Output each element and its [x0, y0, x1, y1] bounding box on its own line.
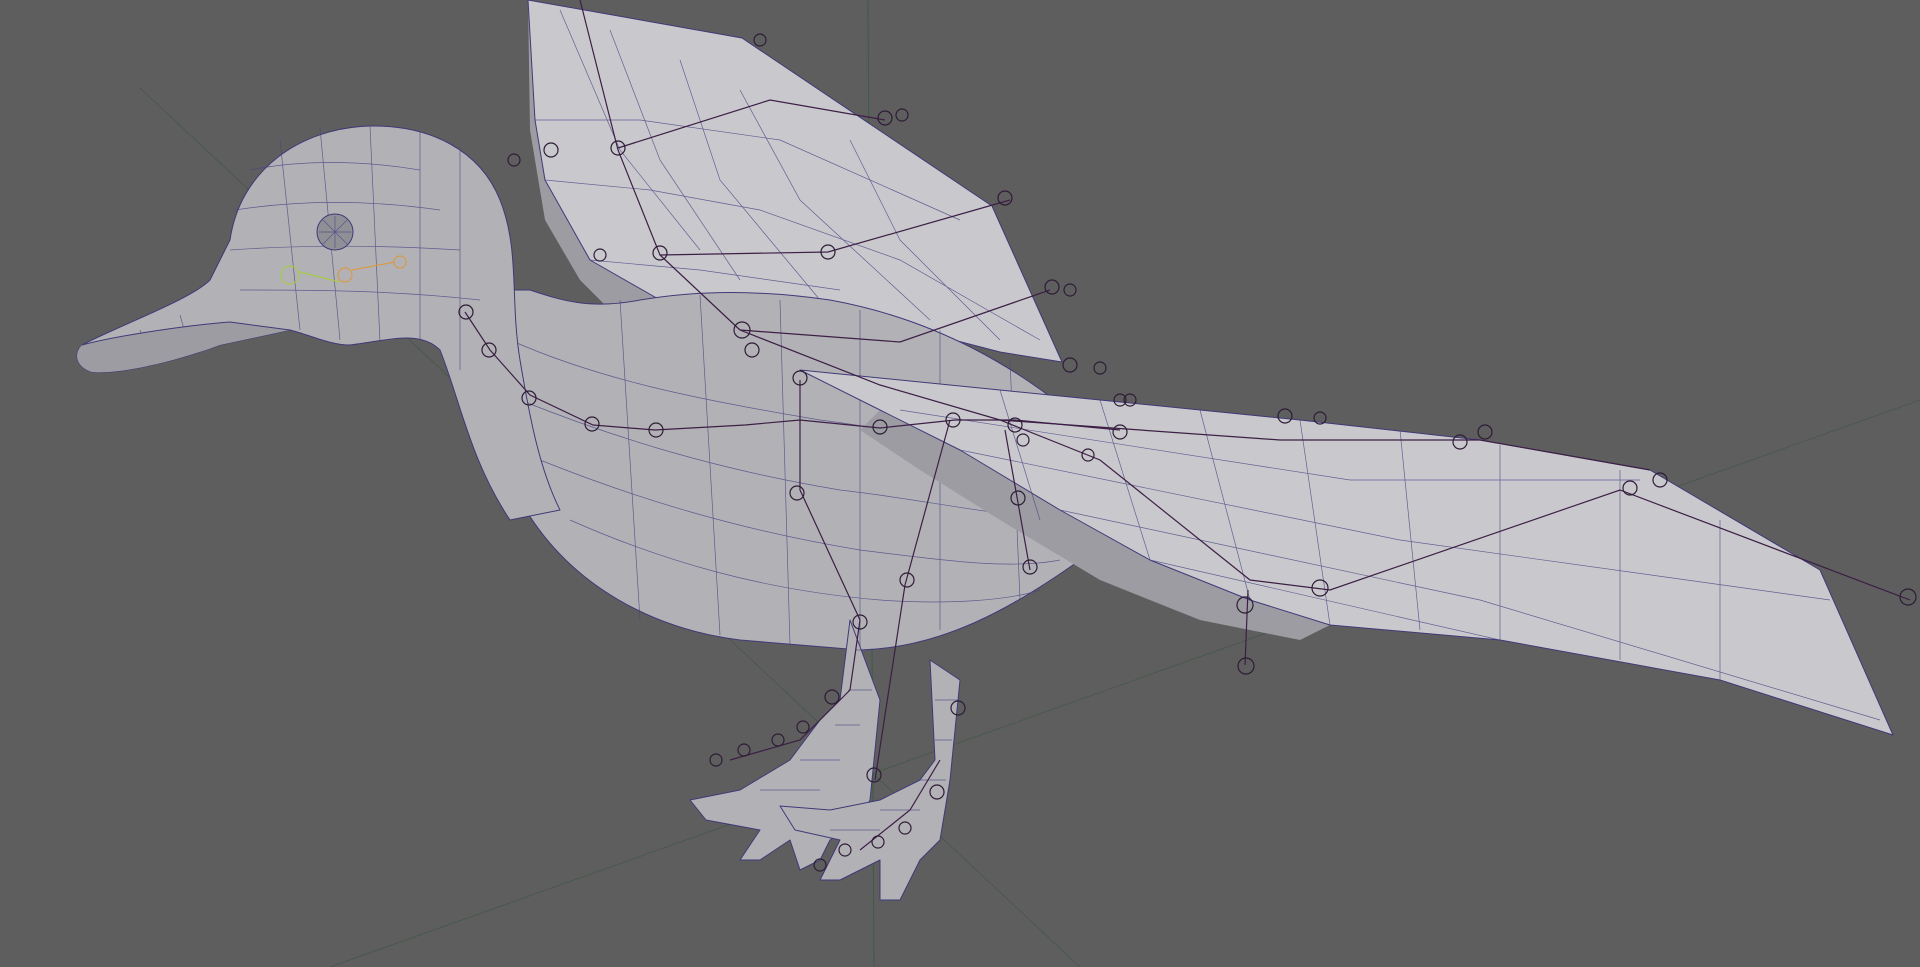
joint-wing-upper-3[interactable]	[507, 153, 521, 167]
viewport-canvas[interactable]	[0, 0, 1920, 967]
joint-wing-lower-9[interactable]	[1237, 657, 1255, 675]
joint-wing-upper-7[interactable]	[877, 110, 893, 126]
joint-wing-upper-10[interactable]	[997, 190, 1013, 206]
joint-foot-left-4[interactable]	[709, 753, 723, 767]
joint-foot-left-2[interactable]	[771, 733, 785, 747]
joint-wing-upper-12[interactable]	[1063, 283, 1077, 297]
joint-wing-lower-4[interactable]	[1477, 424, 1493, 440]
joint-foot-right-5[interactable]	[813, 858, 827, 872]
joint-foot-left-3[interactable]	[737, 743, 751, 757]
joint-tail-2[interactable]	[1093, 361, 1107, 375]
3d-viewport[interactable]	[0, 0, 1920, 967]
joint-wing-upper-11[interactable]	[1044, 279, 1060, 295]
joint-leg-left-3[interactable]	[824, 689, 840, 705]
joint-wing-upper-8[interactable]	[895, 108, 909, 122]
joint-tail-1[interactable]	[1062, 357, 1078, 373]
joint-wing-upper-9[interactable]	[753, 33, 767, 47]
bird-head[interactable]	[76, 125, 561, 521]
joint-foot-left-1[interactable]	[796, 720, 810, 734]
